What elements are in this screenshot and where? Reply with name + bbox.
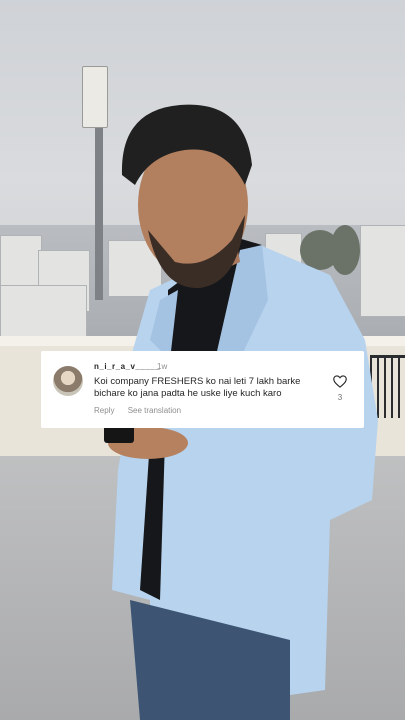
comment-actions: Reply See translation [94, 406, 192, 415]
comment-card[interactable]: n_i_r_a_v_____ 1w Koi company FRESHERS k… [41, 351, 364, 428]
comment-text: Koi company FRESHERS ko nai leti 7 lakh … [94, 376, 301, 399]
comment-time: 1w [157, 362, 168, 371]
like-count: 3 [337, 393, 343, 402]
comment-username[interactable]: n_i_r_a_v_____ [94, 362, 160, 371]
heart-outline-icon[interactable] [332, 374, 348, 389]
see-translation-button[interactable]: See translation [128, 406, 181, 415]
user-avatar[interactable] [53, 366, 83, 396]
reply-button[interactable]: Reply [94, 406, 114, 415]
